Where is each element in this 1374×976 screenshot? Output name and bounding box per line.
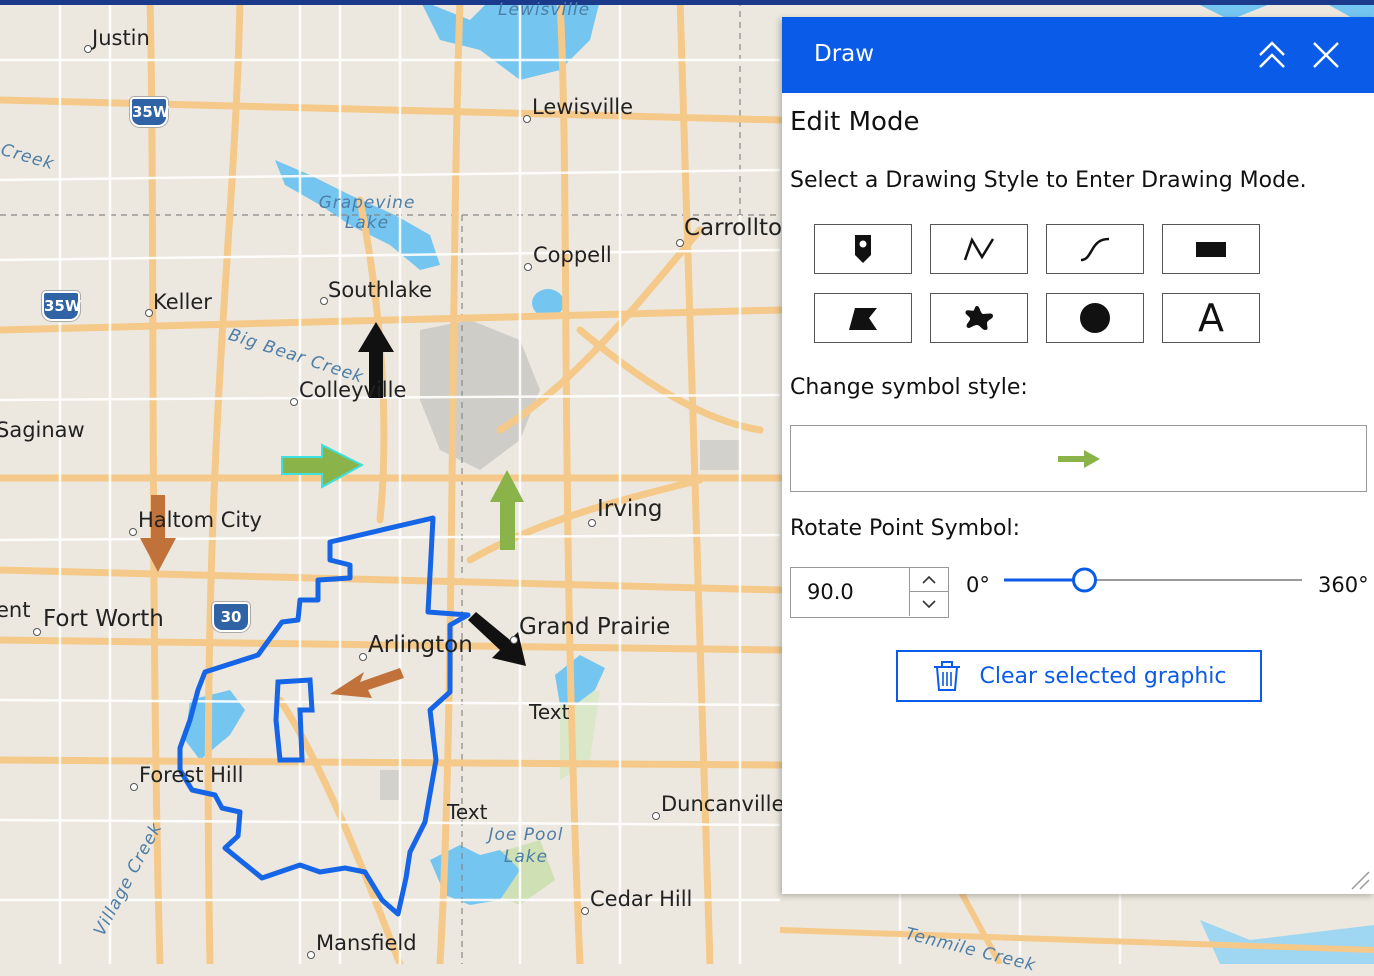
draw-panel: Draw Edit Mode Select a Drawing Style to… — [782, 17, 1374, 894]
place-grand-prairie: Grand Prairie — [519, 614, 671, 640]
arrow-preview-icon — [1057, 449, 1100, 468]
rotation-min-label: 0° — [966, 573, 990, 597]
place-dot — [510, 636, 518, 644]
top-bar — [0, 0, 1374, 5]
panel-title: Draw — [814, 41, 875, 67]
rectangle-icon — [1196, 242, 1226, 257]
polygon-icon — [849, 308, 877, 330]
place-dot — [588, 519, 596, 527]
place-dot — [307, 951, 315, 959]
place-coppell: Coppell — [533, 243, 612, 267]
place-lewisville: Lewisville — [532, 95, 634, 119]
interstate-shield-35w: 35W — [42, 291, 81, 321]
place-dot — [359, 653, 367, 661]
symbol-style-picker[interactable] — [790, 425, 1367, 492]
place-dot — [581, 907, 589, 915]
text-icon: A — [1198, 296, 1224, 340]
place-ent: ent — [0, 598, 31, 622]
water-grapevine-lake: Grapevine Lake — [318, 193, 416, 233]
place-dot — [130, 783, 138, 791]
place-justin: Justin — [92, 26, 150, 50]
chevron-up-icon — [922, 575, 936, 584]
place-forest-hill: Forest Hill — [139, 763, 244, 787]
tool-rectangle-button[interactable] — [1162, 224, 1260, 274]
clear-selected-graphic-button[interactable]: Clear selected graphic — [896, 650, 1262, 702]
tool-polyline-button[interactable] — [930, 224, 1028, 274]
drawing-instruction: Select a Drawing Style to Enter Drawing … — [790, 168, 1307, 193]
place-southlake: Southlake — [328, 278, 433, 302]
place-dot — [33, 628, 41, 636]
resize-handle-icon[interactable] — [1350, 870, 1370, 890]
freehand-line-icon — [1080, 237, 1110, 262]
rotation-slider[interactable] — [1004, 567, 1302, 593]
place-keller: Keller — [153, 290, 212, 314]
tool-freehand-polygon-button[interactable] — [930, 293, 1028, 343]
chevron-down-icon — [922, 599, 936, 608]
place-dot — [84, 45, 92, 53]
close-icon[interactable] — [1310, 39, 1342, 71]
place-dot — [652, 812, 660, 820]
water-lewisville-lake: Lewisville — [498, 0, 591, 20]
place-haltom-city: Haltom City — [138, 508, 262, 532]
edit-mode-heading: Edit Mode — [790, 107, 920, 137]
polyline-icon — [963, 237, 995, 261]
symbol-style-label: Change symbol style: — [790, 375, 1028, 400]
rotate-label: Rotate Point Symbol: — [790, 516, 1021, 541]
place-mansfield: Mansfield — [316, 931, 417, 955]
text-graphic[interactable]: Text — [529, 700, 569, 724]
trash-icon — [933, 661, 960, 691]
panel-header: Draw — [782, 17, 1374, 93]
clear-button-label: Clear selected graphic — [979, 663, 1227, 689]
rotation-max-label: 360° — [1318, 573, 1369, 597]
tool-freehand-polyline-button[interactable] — [1046, 224, 1144, 274]
place-arlington: Arlington — [368, 632, 473, 658]
text-graphic[interactable]: Text — [447, 800, 487, 824]
stepper-up-button[interactable] — [909, 568, 948, 592]
place-carrollton: Carrollto — [684, 215, 783, 241]
place-cedar-hill: Cedar Hill — [590, 887, 693, 911]
place-saginaw: Saginaw — [0, 418, 85, 442]
place-dot — [524, 263, 532, 271]
place-dot — [129, 528, 137, 536]
collapse-icon[interactable] — [1256, 39, 1288, 71]
tool-polygon-button[interactable] — [814, 293, 912, 343]
place-dot — [676, 239, 684, 247]
place-dot — [290, 398, 298, 406]
rotation-stepper: 90.0 — [790, 567, 949, 618]
place-duncanville: Duncanville — [661, 792, 785, 816]
freehand-polygon-icon — [965, 306, 993, 330]
map-pin-icon — [855, 235, 871, 263]
rotation-input[interactable]: 90.0 — [807, 580, 854, 604]
interstate-shield-30: 30 — [212, 602, 250, 632]
tool-text-button[interactable]: A — [1162, 293, 1260, 343]
tool-circle-button[interactable] — [1046, 293, 1144, 343]
place-dot — [320, 297, 328, 305]
place-fort-worth: Fort Worth — [43, 606, 164, 632]
stepper-down-button[interactable] — [909, 592, 948, 616]
place-dot — [145, 309, 153, 317]
place-dot — [523, 115, 531, 123]
slider-thumb — [1072, 567, 1097, 593]
place-irving: Irving — [597, 496, 663, 522]
circle-icon — [1080, 303, 1110, 333]
interstate-shield-35w: 35W — [130, 97, 169, 127]
tool-point-button[interactable] — [814, 224, 912, 274]
water-joe-pool-lake: Joe Pool Lake — [488, 825, 564, 867]
